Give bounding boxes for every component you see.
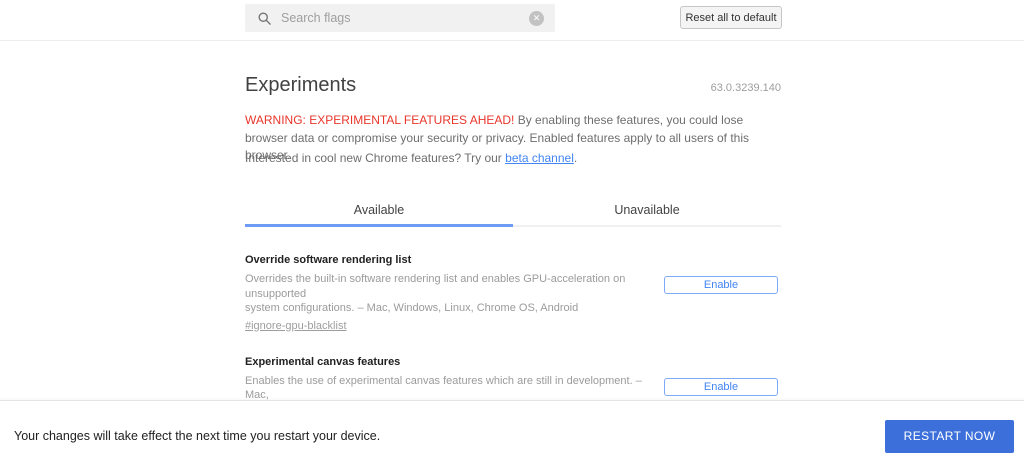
clear-search-icon[interactable]: ✕ — [529, 11, 544, 26]
search-input[interactable] — [281, 11, 529, 25]
warning-highlight: WARNING: EXPERIMENTAL FEATURES AHEAD! — [245, 113, 514, 127]
restart-message: Your changes will take effect the next t… — [14, 429, 380, 443]
tab-unavailable[interactable]: Unavailable — [513, 200, 781, 227]
tab-strip: Available Unavailable — [245, 200, 781, 227]
restart-bar: Your changes will take effect the next t… — [0, 400, 1024, 461]
beta-prefix: Interested in cool new Chrome features? … — [245, 151, 505, 165]
flag-title: Experimental canvas features — [245, 356, 781, 369]
enable-button[interactable]: Enable — [664, 378, 778, 396]
enable-button[interactable]: Enable — [664, 276, 778, 294]
reset-all-button[interactable]: Reset all to default — [680, 6, 782, 29]
flag-row-ignore-gpu-blacklist: Override software rendering list Overrid… — [245, 245, 781, 334]
top-toolbar: ✕ Reset all to default — [0, 0, 1024, 41]
page-title: Experiments — [245, 74, 356, 97]
search-icon — [257, 11, 272, 26]
flag-description: Overrides the built-in software renderin… — [245, 272, 649, 316]
version-label: 63.0.3239.140 — [711, 82, 781, 94]
restart-now-button[interactable]: RESTART NOW — [885, 420, 1014, 453]
flag-title: Override software rendering list — [245, 254, 781, 267]
tab-available[interactable]: Available — [245, 200, 513, 227]
beta-suffix: . — [574, 151, 577, 165]
flag-permalink[interactable]: #ignore-gpu-blacklist — [245, 320, 347, 333]
beta-channel-link[interactable]: beta channel — [505, 151, 574, 165]
search-flags-box[interactable]: ✕ — [245, 4, 555, 32]
beta-channel-line: Interested in cool new Chrome features? … — [245, 151, 577, 165]
